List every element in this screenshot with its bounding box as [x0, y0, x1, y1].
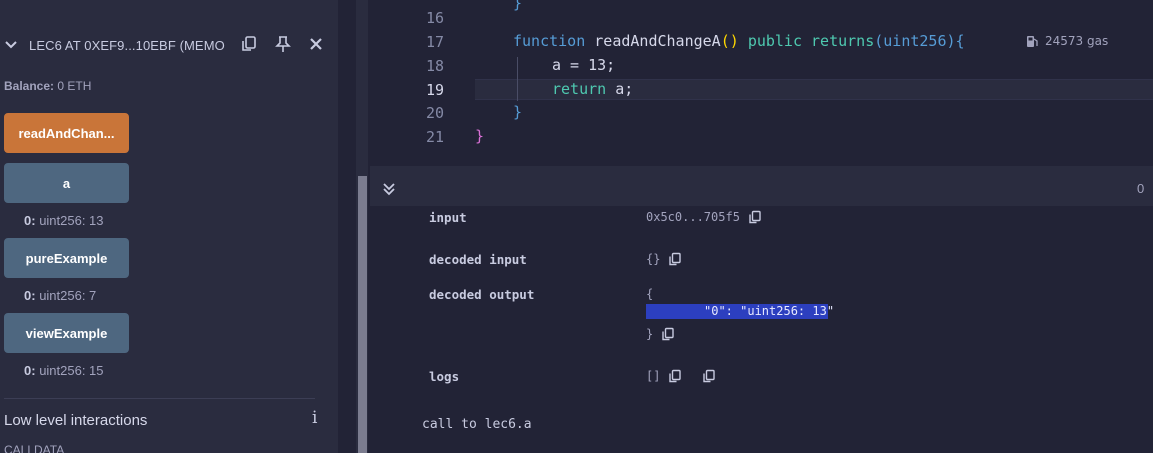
brace-close-outer: } [475, 127, 485, 145]
brace-open: { [955, 32, 965, 50]
keyword-return: return [552, 80, 607, 98]
input-value: 0x5c0...705f5 [646, 210, 740, 224]
result-index: 0: [24, 213, 36, 228]
logs-key: logs [429, 369, 460, 384]
logs-value: [] [646, 369, 661, 383]
keyword-function: function [513, 32, 586, 50]
line-number: 17 [425, 33, 444, 51]
info-icon[interactable]: i [312, 408, 317, 428]
decoded-output-entry: "0": "uint256: 13" [646, 304, 834, 319]
code-line-18: a = 13; [552, 56, 616, 74]
copy-icon[interactable] [238, 33, 260, 55]
keyword-public: public [747, 32, 802, 50]
balance-value: 0 ETH [57, 79, 92, 93]
code-line-15: } [513, 0, 522, 12]
copy-icon[interactable] [668, 252, 682, 266]
gas-estimate: 24573 gas [1026, 34, 1108, 48]
input-key: input [429, 210, 467, 225]
line-number: 21 [425, 128, 444, 146]
gas-pump-icon [1027, 35, 1038, 47]
indent-guide [517, 57, 518, 101]
decoded-output-open: { [646, 287, 654, 301]
a-result: 0: uint256: 13 [24, 213, 104, 228]
close-icon[interactable] [305, 33, 327, 55]
result-index: 0: [24, 288, 36, 303]
calldata-label: CALLDATA [4, 443, 65, 453]
brace-close: } [513, 103, 523, 121]
result-value: uint256: 15 [39, 363, 104, 378]
logs-row: [] [646, 369, 716, 383]
divider [4, 398, 315, 399]
terminal-toolbar [370, 166, 1153, 206]
contract-header[interactable]: LEC6 AT 0XEF9...10EBF (MEMORY) [0, 30, 338, 60]
gas-text: 24573 gas [1045, 34, 1109, 48]
deployed-contracts-panel: LEC6 AT 0XEF9...10EBF (MEMORY) Balance: … [0, 0, 338, 453]
read-and-change-a-button[interactable]: readAndChan... [4, 113, 129, 153]
parens: () [720, 32, 739, 50]
decoded-input-key: decoded input [429, 252, 527, 267]
line-number-active: 19 [425, 81, 444, 99]
result-index: 0: [24, 363, 36, 378]
copy-icon[interactable] [668, 369, 682, 383]
balance-label: Balance: [4, 79, 55, 93]
code-line-19: return a; [552, 80, 633, 98]
chevrons-down-icon[interactable] [381, 181, 397, 197]
chevron-down-icon[interactable] [4, 38, 18, 52]
line-number: 18 [425, 57, 444, 75]
copy-icon[interactable] [661, 327, 675, 341]
return-value: a; [606, 80, 634, 98]
decoded-output-close-row: } [646, 327, 675, 341]
copy-icon[interactable] [748, 210, 762, 224]
a-button[interactable]: a [4, 163, 129, 203]
decoded-input-row: {} [646, 252, 682, 266]
decoded-output-key: decoded output [429, 287, 535, 302]
code-line-21: } [475, 127, 484, 145]
code-line-20: } [513, 103, 522, 121]
decoded-output-close: } [646, 327, 654, 341]
terminal-output [370, 206, 1153, 453]
copy-icon[interactable] [702, 369, 716, 383]
line-number: 16 [425, 9, 444, 27]
pure-example-button[interactable]: pureExample [4, 238, 129, 278]
line-number: 20 [425, 104, 444, 122]
function-name: readAndChangeA [594, 32, 721, 50]
result-value: uint256: 13 [39, 213, 104, 228]
panel-gap [338, 0, 356, 453]
pending-tx-count: 0 [1137, 181, 1145, 196]
contract-title: LEC6 AT 0XEF9...10EBF (MEMORY) [29, 38, 225, 53]
input-value-row: 0x5c0...705f5 [646, 210, 762, 224]
view-example-button[interactable]: viewExample [4, 313, 129, 353]
low-level-interactions-title: Low level interactions [4, 412, 148, 429]
keyword-returns: returns [811, 32, 875, 50]
decoded-input-value: {} [646, 252, 661, 266]
result-value: uint256: 7 [39, 288, 97, 303]
pin-icon[interactable] [272, 33, 294, 55]
scrollbar-thumb[interactable] [358, 176, 367, 453]
brace-close: } [513, 0, 523, 12]
call-log-line[interactable]: call to lec6.a [422, 417, 532, 432]
pure-example-result: 0: uint256: 7 [24, 288, 96, 303]
code-line-17: function readAndChangeA() public returns… [513, 32, 965, 50]
view-example-result: 0: uint256: 15 [24, 363, 104, 378]
return-type: (uint256) [874, 32, 956, 50]
balance: Balance: 0 ETH [4, 79, 91, 93]
